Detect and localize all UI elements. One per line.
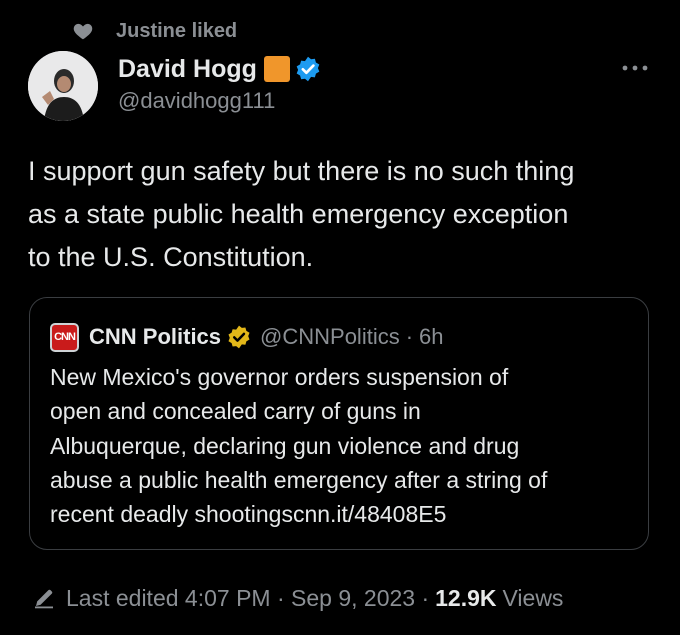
tweet-text-line: to the U.S. Constitution. bbox=[28, 242, 314, 272]
gold-verified-badge-icon bbox=[228, 325, 250, 349]
tweet-footer: Last edited 4:07 PM · Sep 9, 2023 · 12.9… bbox=[32, 582, 563, 614]
avatar[interactable] bbox=[28, 51, 98, 121]
tweet-text-line: I support gun safety but there is no suc… bbox=[28, 156, 575, 186]
author-name-row[interactable]: David Hogg bbox=[118, 52, 322, 86]
author-handle[interactable]: @davidhogg111 bbox=[118, 88, 275, 114]
quote-time: 6h bbox=[419, 324, 444, 349]
quote-handle: @CNNPolitics bbox=[260, 324, 400, 349]
social-context-label: Justine liked bbox=[116, 20, 238, 42]
verified-badge-icon[interactable] bbox=[294, 55, 322, 83]
avatar-image bbox=[28, 51, 98, 121]
more-icon[interactable] bbox=[620, 58, 650, 78]
quote-text: New Mexico's governor orders suspension … bbox=[50, 360, 547, 531]
cnn-logo: CNN bbox=[50, 322, 79, 352]
quote-text-line: open and concealed carry of guns in bbox=[50, 398, 421, 425]
quote-tweet-card[interactable]: CNN CNN Politics @CNNPolitics · 6h New M… bbox=[29, 297, 649, 550]
views-count: 12.9K bbox=[435, 584, 497, 611]
heart-icon bbox=[73, 23, 93, 40]
pencil-icon bbox=[35, 589, 53, 609]
tweet-text: I support gun safety but there is no suc… bbox=[28, 150, 668, 279]
quote-text-line: Albuquerque, declaring gun violence and … bbox=[50, 432, 520, 459]
author-name[interactable]: David Hogg bbox=[118, 55, 257, 84]
quote-author-name: CNN Politics bbox=[89, 324, 222, 349]
last-edited-link[interactable]: Last edited 4:07 PM · Sep 9, 2023 · bbox=[66, 585, 429, 612]
orange-square-emoji bbox=[263, 56, 290, 82]
quote-text-line: New Mexico's governor orders suspension … bbox=[50, 364, 509, 390]
views-label: Views bbox=[502, 584, 564, 611]
quote-text-line: abuse a public health emergency after a … bbox=[50, 466, 548, 493]
quote-header: CNN CNN Politics @CNNPolitics · 6h bbox=[50, 322, 444, 352]
quote-text-line: recent deadly shootingscnn.it/48408E5 bbox=[50, 501, 447, 528]
tweet-text-line: as a state public health emergency excep… bbox=[28, 199, 569, 229]
quote-separator: · bbox=[405, 324, 414, 349]
